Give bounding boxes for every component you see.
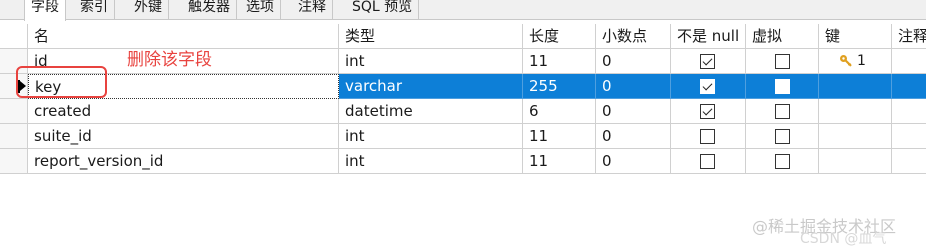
- tab-foreign-keys[interactable]: 外键: [128, 0, 169, 19]
- virtual-checkbox[interactable]: [775, 54, 790, 69]
- annotation-label: 删除该字段: [127, 50, 212, 70]
- field-key-cell[interactable]: [819, 99, 892, 124]
- column-header-length[interactable]: 长度: [523, 24, 596, 49]
- annotation-highlight-box: [16, 66, 107, 98]
- field-comment-cell[interactable]: [892, 99, 926, 124]
- not-null-checkbox[interactable]: [700, 104, 715, 119]
- row-indicator-header: [0, 24, 28, 49]
- field-comment-cell[interactable]: [892, 149, 926, 174]
- column-header-decimals[interactable]: 小数点: [596, 24, 671, 49]
- field-decimals-cell[interactable]: 0: [596, 149, 671, 174]
- watermark-text-secondary: CSDN @血气: [800, 231, 887, 247]
- field-length-cell[interactable]: 255: [523, 74, 596, 99]
- field-not-null-cell[interactable]: [671, 99, 746, 124]
- tab-indexes[interactable]: 索引: [74, 0, 115, 19]
- column-header-key[interactable]: 键: [819, 24, 892, 49]
- row-indicator[interactable]: [0, 99, 28, 124]
- field-length-cell[interactable]: 6: [523, 99, 596, 124]
- field-key-cell[interactable]: [819, 149, 892, 174]
- column-header-comment[interactable]: 注释: [892, 24, 926, 49]
- not-null-checkbox[interactable]: [700, 129, 715, 144]
- field-type-cell[interactable]: varchar: [339, 74, 523, 99]
- key-icon: [840, 55, 852, 67]
- field-key-cell[interactable]: [819, 124, 892, 149]
- row-indicator[interactable]: [0, 124, 28, 149]
- field-key-cell[interactable]: 1: [819, 49, 892, 74]
- field-virtual-cell[interactable]: [746, 149, 819, 174]
- field-type-cell[interactable]: int: [339, 124, 523, 149]
- field-decimals-cell[interactable]: 0: [596, 124, 671, 149]
- virtual-checkbox[interactable]: [775, 79, 790, 94]
- field-not-null-cell[interactable]: [671, 49, 746, 74]
- field-length-cell[interactable]: 11: [523, 49, 596, 74]
- field-not-null-cell[interactable]: [671, 74, 746, 99]
- column-header-not-null[interactable]: 不是 null: [671, 24, 746, 49]
- tab-fields[interactable]: 字段: [24, 0, 66, 21]
- field-type-cell[interactable]: datetime: [339, 99, 523, 124]
- not-null-checkbox[interactable]: [700, 79, 715, 94]
- virtual-checkbox[interactable]: [775, 104, 790, 119]
- field-virtual-cell[interactable]: [746, 49, 819, 74]
- field-virtual-cell[interactable]: [746, 74, 819, 99]
- field-decimals-cell[interactable]: 0: [596, 99, 671, 124]
- virtual-checkbox[interactable]: [775, 154, 790, 169]
- field-name-cell[interactable]: report_version_id: [28, 149, 339, 174]
- column-header-type[interactable]: 类型: [339, 24, 523, 49]
- column-header-virtual[interactable]: 虚拟: [746, 24, 819, 49]
- field-key-cell[interactable]: [819, 74, 892, 99]
- field-comment-cell[interactable]: [892, 74, 926, 99]
- field-name-cell[interactable]: created: [28, 99, 339, 124]
- field-virtual-cell[interactable]: [746, 99, 819, 124]
- key-order: 1: [857, 53, 866, 69]
- field-not-null-cell[interactable]: [671, 149, 746, 174]
- row-indicator[interactable]: [0, 149, 28, 174]
- tab-bar: 字段 索引 外键 触发器 选项 注释 SQL 预览: [0, 0, 926, 21]
- field-comment-cell[interactable]: [892, 49, 926, 74]
- field-virtual-cell[interactable]: [746, 124, 819, 149]
- not-null-checkbox[interactable]: [700, 154, 715, 169]
- field-length-cell[interactable]: 11: [523, 124, 596, 149]
- virtual-checkbox[interactable]: [775, 129, 790, 144]
- field-length-cell[interactable]: 11: [523, 149, 596, 174]
- field-type-cell[interactable]: int: [339, 49, 523, 74]
- table-row[interactable]: suite_id int 11 0: [0, 124, 926, 149]
- table-row[interactable]: created datetime 6 0: [0, 99, 926, 124]
- field-name-cell[interactable]: suite_id: [28, 124, 339, 149]
- tab-triggers[interactable]: 触发器: [182, 0, 237, 19]
- tab-sql-preview[interactable]: SQL 预览: [346, 0, 420, 19]
- not-null-checkbox[interactable]: [700, 54, 715, 69]
- field-decimals-cell[interactable]: 0: [596, 49, 671, 74]
- table-row[interactable]: report_version_id int 11 0: [0, 149, 926, 174]
- table-row-selected[interactable]: key varchar 255 0: [0, 74, 926, 99]
- tab-options[interactable]: 选项: [240, 0, 281, 19]
- field-not-null-cell[interactable]: [671, 124, 746, 149]
- field-comment-cell[interactable]: [892, 124, 926, 149]
- tab-comment[interactable]: 注释: [292, 0, 333, 19]
- field-type-cell[interactable]: int: [339, 149, 523, 174]
- field-decimals-cell[interactable]: 0: [596, 74, 671, 99]
